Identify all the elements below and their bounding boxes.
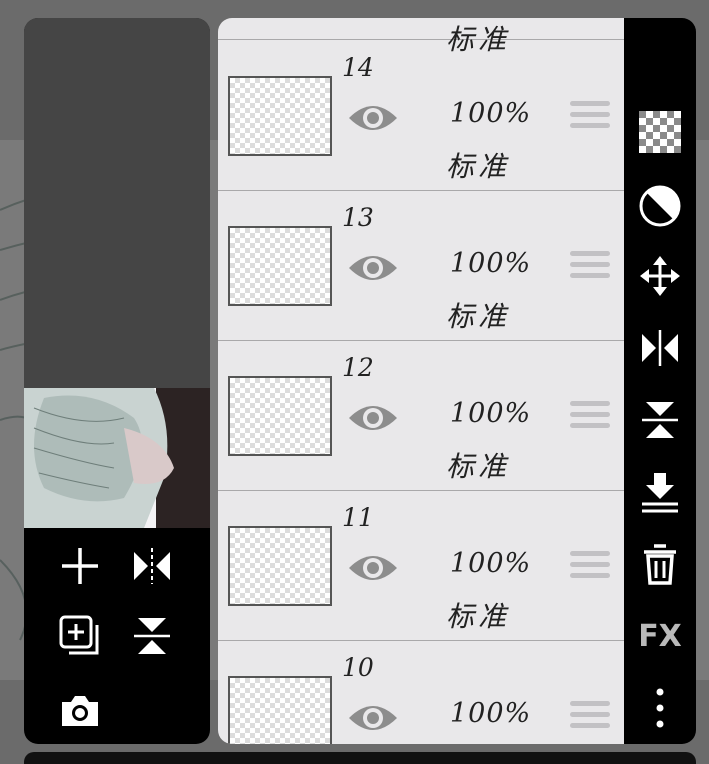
add-layer-button[interactable] (56, 542, 104, 590)
layer-row[interactable]: 13 100% 标准 (218, 191, 624, 341)
canvas-preview-overlay (24, 18, 210, 388)
visibility-toggle[interactable] (346, 546, 400, 590)
layer-number: 10 (342, 653, 374, 682)
drag-handle-icon[interactable] (570, 551, 610, 585)
transparency-checker-icon (639, 111, 681, 153)
flip-vertical-button[interactable] (128, 612, 176, 660)
layer-tools-toolbar: FX (624, 18, 696, 744)
visibility-toggle[interactable] (346, 246, 400, 290)
layer-thumbnail[interactable] (228, 526, 332, 606)
layer-number: 14 (342, 53, 374, 82)
transparency-button[interactable] (636, 108, 684, 156)
more-options-button[interactable] (636, 684, 684, 732)
layer-thumbnail[interactable] (228, 676, 332, 744)
thumbnail-image (24, 388, 210, 528)
layers-panel: 标准 14 100% 标准 13 100% 标准 12 100% 标准 11 1… (218, 18, 624, 744)
delete-layer-button[interactable] (636, 540, 684, 588)
trash-icon (644, 544, 676, 585)
contrast-circle-icon (639, 185, 681, 227)
flip-vertical-icon (134, 618, 170, 654)
visibility-toggle[interactable] (346, 696, 400, 740)
flip-horizontal-button[interactable] (128, 542, 176, 590)
layer-row-partial[interactable]: 标准 (218, 18, 624, 56)
drag-handle-icon[interactable] (570, 251, 610, 285)
visibility-toggle[interactable] (346, 96, 400, 140)
layer-opacity[interactable]: 100% (450, 698, 531, 729)
add-layer-icon (62, 548, 98, 584)
eye-icon (349, 256, 397, 280)
merge-down-icon (642, 473, 678, 513)
more-vertical-icon (656, 688, 664, 728)
layer-row[interactable]: 11 100% 标准 (218, 491, 624, 641)
layer-thumbnail[interactable] (228, 76, 332, 156)
layer-thumbnail[interactable] (228, 376, 332, 456)
flip-horizontal-icon (134, 548, 170, 584)
move-button[interactable] (636, 252, 684, 300)
duplicate-layer-icon (59, 615, 99, 655)
layer-opacity[interactable]: 100% (450, 98, 531, 129)
canvas-thumbnail[interactable] (24, 388, 210, 528)
clipping-button[interactable] (636, 182, 684, 230)
layer-blend-mode[interactable]: 标准 (446, 295, 510, 335)
eye-icon (349, 106, 397, 130)
flip-horizontal-button[interactable] (636, 324, 684, 372)
layer-blend-mode[interactable]: 标准 (446, 445, 510, 485)
merge-down-button[interactable] (636, 468, 684, 516)
camera-icon (62, 696, 98, 726)
layer-blend-mode[interactable]: 标准 (446, 145, 510, 185)
layer-row[interactable]: 12 100% 标准 (218, 341, 624, 491)
drag-handle-icon[interactable] (570, 401, 610, 435)
drag-handle-icon[interactable] (570, 701, 610, 735)
layer-blend-mode[interactable]: 标准 (446, 595, 510, 635)
move-arrows-icon (640, 256, 680, 296)
flip-horizontal-icon (642, 330, 678, 366)
layer-row[interactable]: 14 100% 标准 (218, 41, 624, 191)
layer-row[interactable]: 10 100% 标准 (218, 641, 624, 744)
eye-icon (349, 406, 397, 430)
layer-number: 11 (342, 503, 374, 532)
layer-number: 13 (342, 203, 374, 232)
layer-opacity[interactable]: 100% (450, 548, 531, 579)
flip-vertical-icon (642, 402, 678, 438)
layer-opacity[interactable]: 100% (450, 248, 531, 279)
bottom-bar (24, 752, 696, 764)
eye-icon (349, 556, 397, 580)
flip-vertical-button[interactable] (636, 396, 684, 444)
layer-thumbnail[interactable] (228, 226, 332, 306)
fx-button[interactable]: FX (636, 612, 684, 660)
drag-handle-icon[interactable] (570, 101, 610, 135)
left-tool-panel (24, 18, 210, 744)
layer-number: 12 (342, 353, 374, 382)
eye-icon (349, 706, 397, 730)
visibility-toggle[interactable] (346, 396, 400, 440)
duplicate-layer-button[interactable] (56, 612, 104, 660)
fx-label: FX (638, 618, 682, 654)
layer-opacity[interactable]: 100% (450, 398, 531, 429)
camera-button[interactable] (56, 686, 104, 734)
